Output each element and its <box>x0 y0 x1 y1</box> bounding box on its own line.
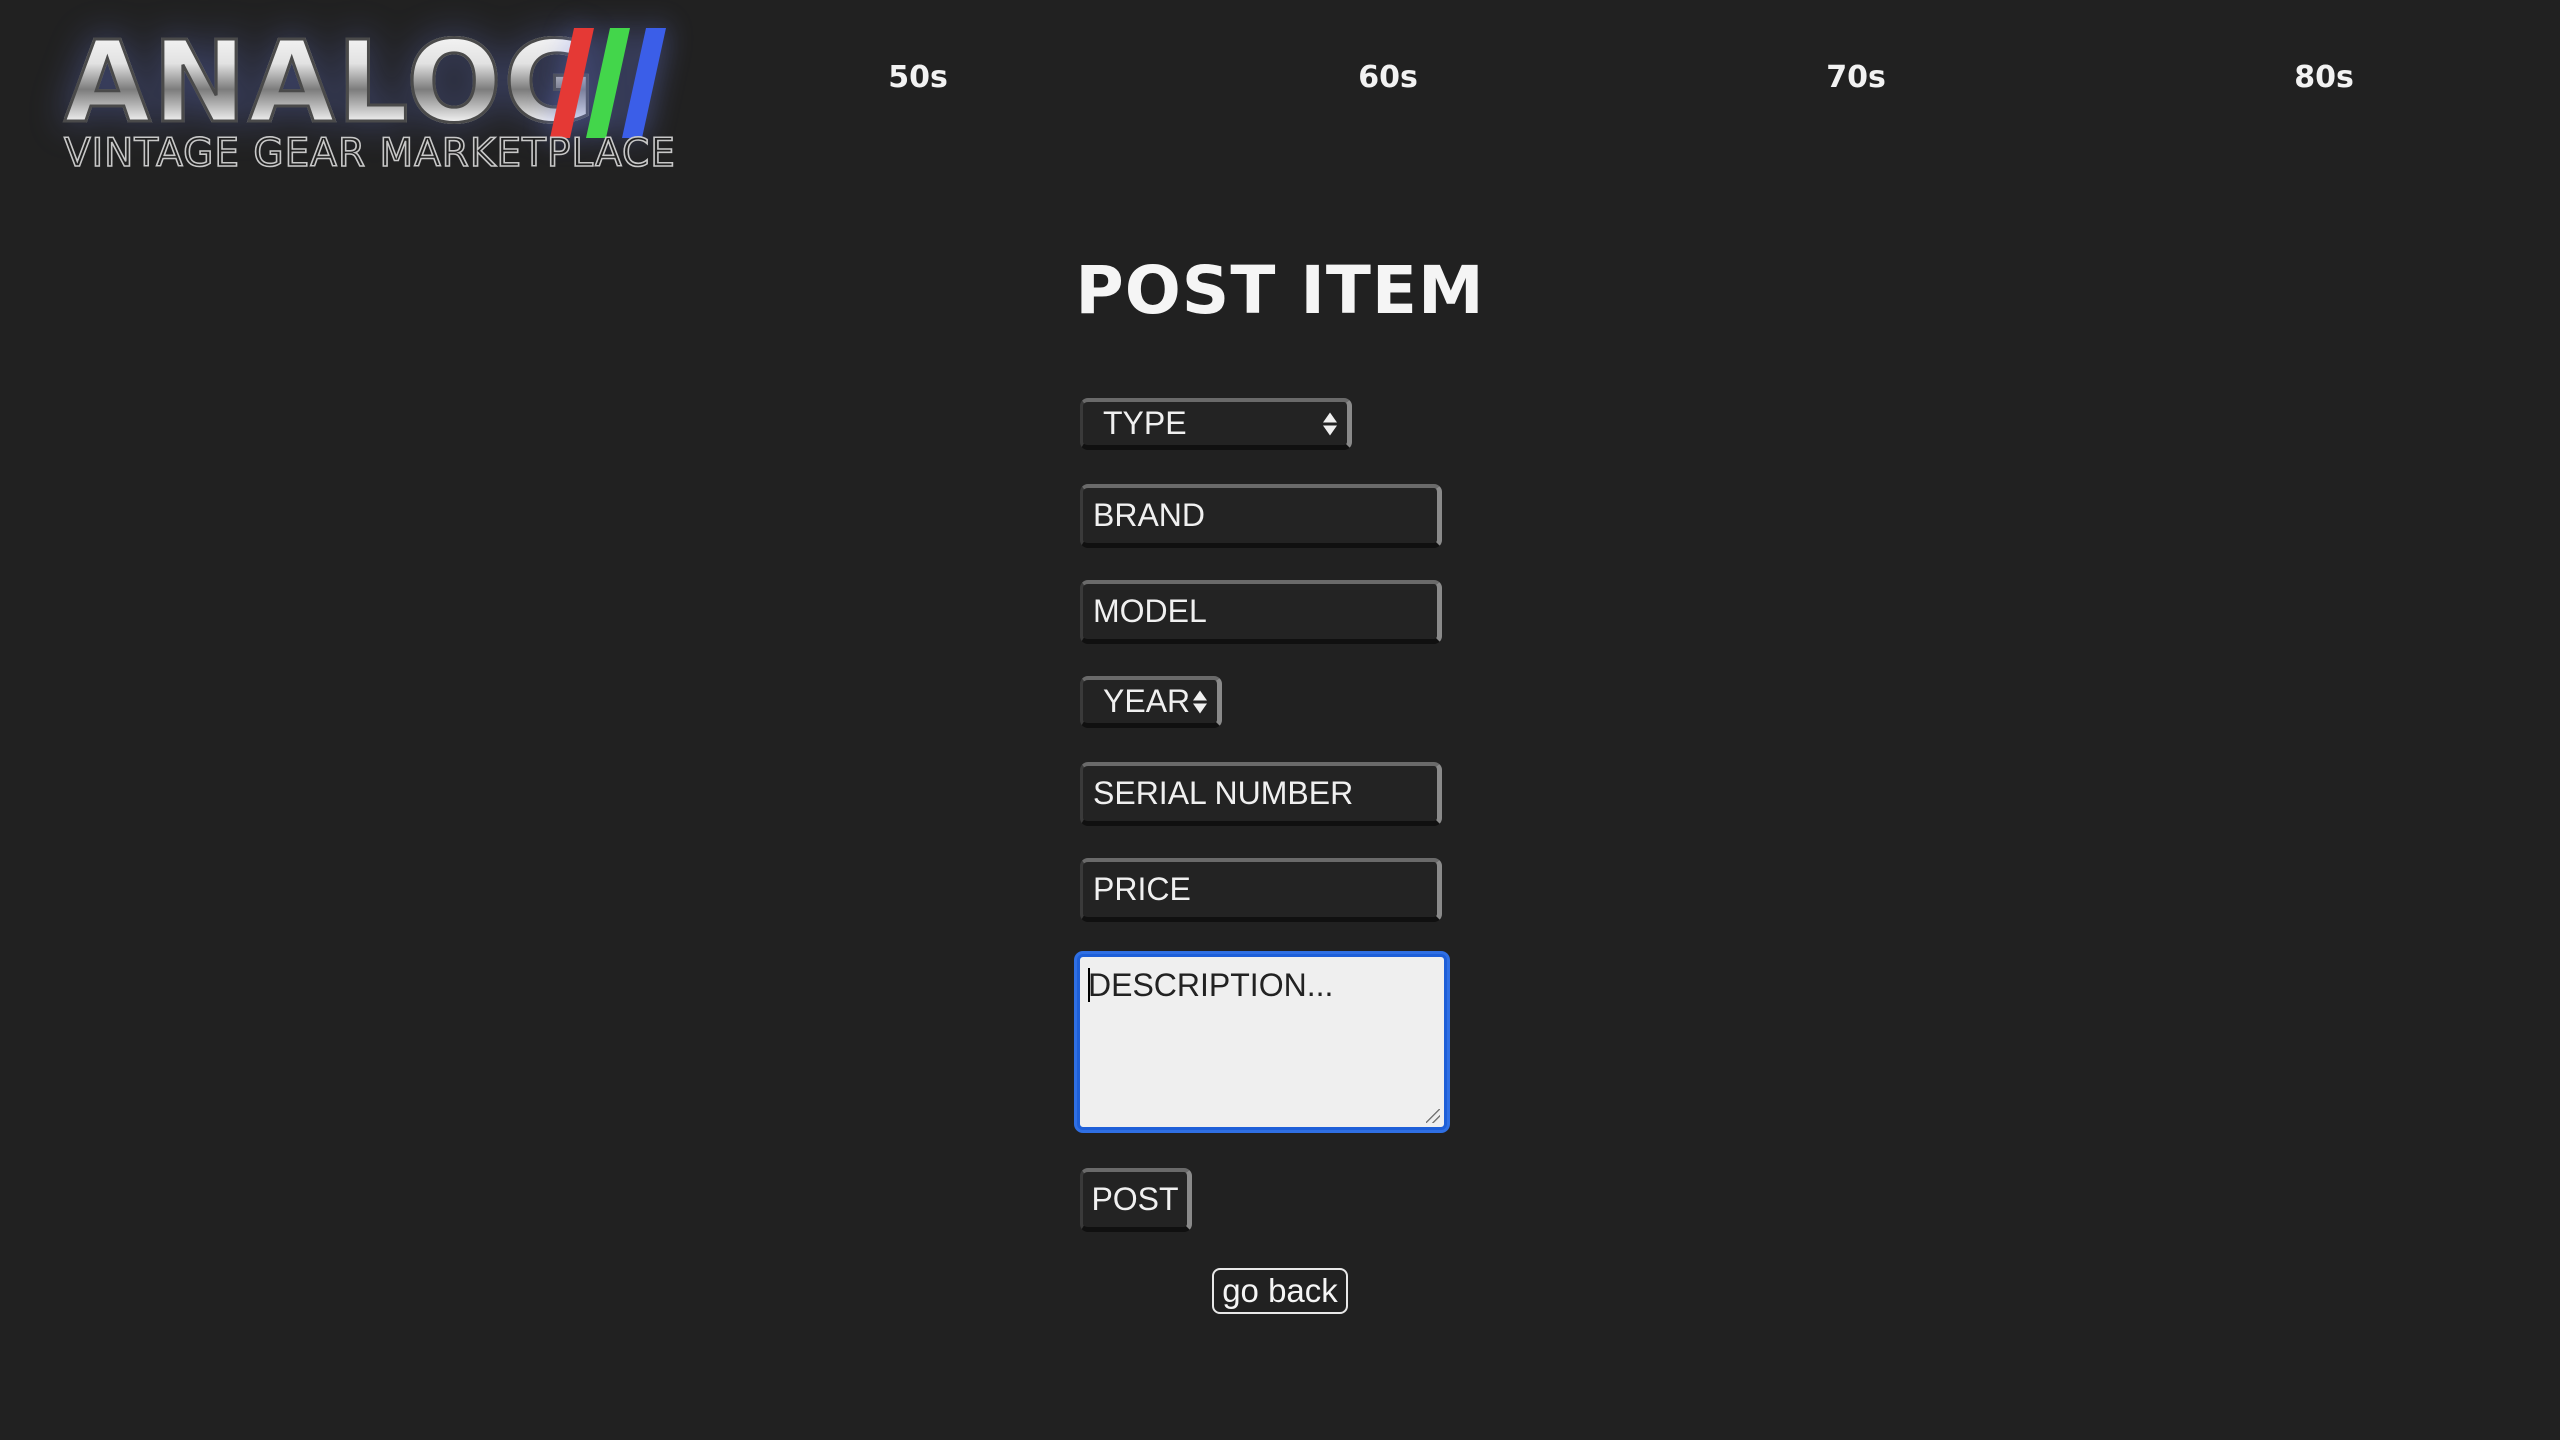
serial-number-placeholder: SERIAL NUMBER <box>1093 775 1354 811</box>
nav-link-50s[interactable]: 50s <box>888 60 948 95</box>
select-arrows-icon <box>1323 412 1337 435</box>
type-select-value: TYPE <box>1103 405 1187 441</box>
resize-grip-icon[interactable] <box>1426 1109 1440 1123</box>
type-select[interactable]: TYPE <box>1080 398 1352 450</box>
brand-input[interactable]: BRAND <box>1080 484 1442 548</box>
description-textarea[interactable]: DESCRIPTION... <box>1077 954 1447 1130</box>
serial-number-input[interactable]: SERIAL NUMBER <box>1080 762 1442 826</box>
nav-link-70s[interactable]: 70s <box>1826 60 1886 95</box>
nav-link-60s[interactable]: 60s <box>1358 60 1418 95</box>
go-back-button[interactable]: go back <box>1212 1268 1348 1314</box>
nav-link-80s[interactable]: 80s <box>2294 60 2354 95</box>
year-select-value: YEAR <box>1103 683 1191 719</box>
logo-stripe-green <box>586 28 630 138</box>
logo-stripe-red <box>550 28 594 138</box>
model-input[interactable]: MODEL <box>1080 580 1442 644</box>
description-placeholder: DESCRIPTION... <box>1088 967 1334 1003</box>
page: ANALOG VINTAGE GEAR MARKETPLACE 50s 60s … <box>0 0 2560 1440</box>
site-logo[interactable]: ANALOG VINTAGE GEAR MARKETPLACE <box>56 17 676 188</box>
logo-wordmark: ANALOG <box>63 17 598 150</box>
price-input[interactable]: PRICE <box>1080 858 1442 922</box>
brand-input-placeholder: BRAND <box>1093 497 1206 533</box>
logo-stripe-blue <box>622 28 666 138</box>
post-button[interactable]: POST <box>1080 1168 1192 1232</box>
model-input-placeholder: MODEL <box>1093 593 1207 629</box>
logo-stripes-icon <box>550 28 666 138</box>
page-title: POST ITEM <box>1075 252 1485 329</box>
select-arrows-icon <box>1193 690 1207 713</box>
logo-tagline: VINTAGE GEAR MARKETPLACE <box>63 130 676 177</box>
price-input-placeholder: PRICE <box>1093 871 1191 907</box>
year-select[interactable]: YEAR <box>1080 676 1222 728</box>
